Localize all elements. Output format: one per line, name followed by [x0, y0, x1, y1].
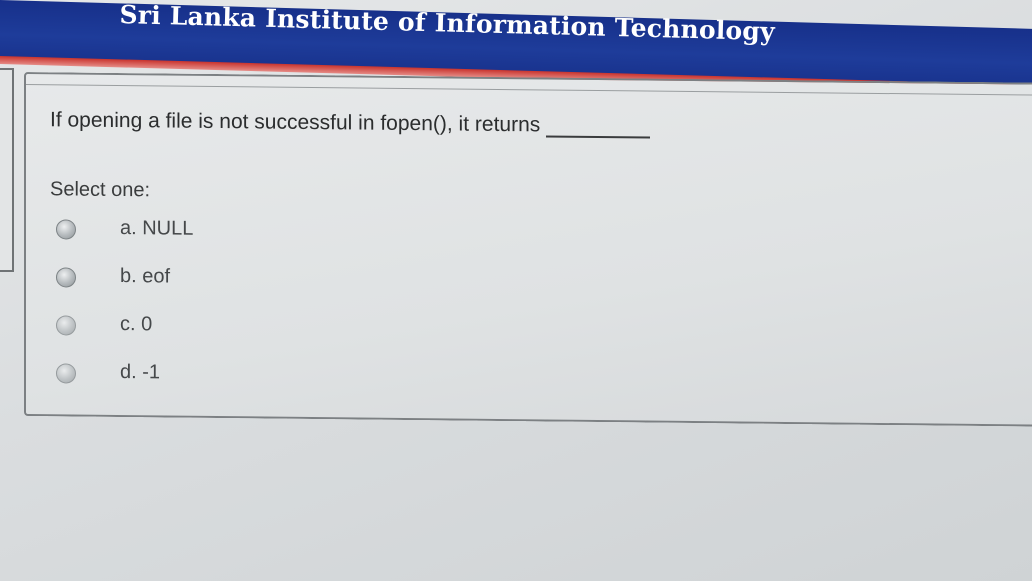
option-d[interactable]: d. -1: [56, 360, 456, 394]
quiz-page: Sri Lanka Institute of Information Techn…: [0, 0, 1032, 581]
question-card: If opening a file is not successful in f…: [24, 72, 1032, 427]
option-d-radio[interactable]: [56, 363, 76, 384]
question-prompt: If opening a file is not successful in f…: [50, 108, 651, 139]
answer-blank: [546, 135, 651, 139]
option-c-radio[interactable]: [56, 315, 76, 336]
side-panel-edge: [0, 68, 14, 272]
option-a-label[interactable]: a. NULL: [120, 217, 193, 241]
option-c[interactable]: c. 0: [56, 312, 456, 346]
card-divider: [26, 84, 1032, 96]
option-a-radio[interactable]: [56, 219, 76, 240]
option-c-label[interactable]: c. 0: [120, 313, 152, 336]
option-b[interactable]: b. eof: [56, 264, 456, 298]
option-d-label[interactable]: d. -1: [120, 361, 160, 384]
option-b-label[interactable]: b. eof: [120, 265, 170, 289]
option-a[interactable]: a. NULL: [56, 216, 456, 250]
select-one-label: Select one:: [50, 178, 151, 202]
option-b-radio[interactable]: [56, 267, 76, 288]
question-text: If opening a file is not successful in f…: [50, 108, 541, 137]
